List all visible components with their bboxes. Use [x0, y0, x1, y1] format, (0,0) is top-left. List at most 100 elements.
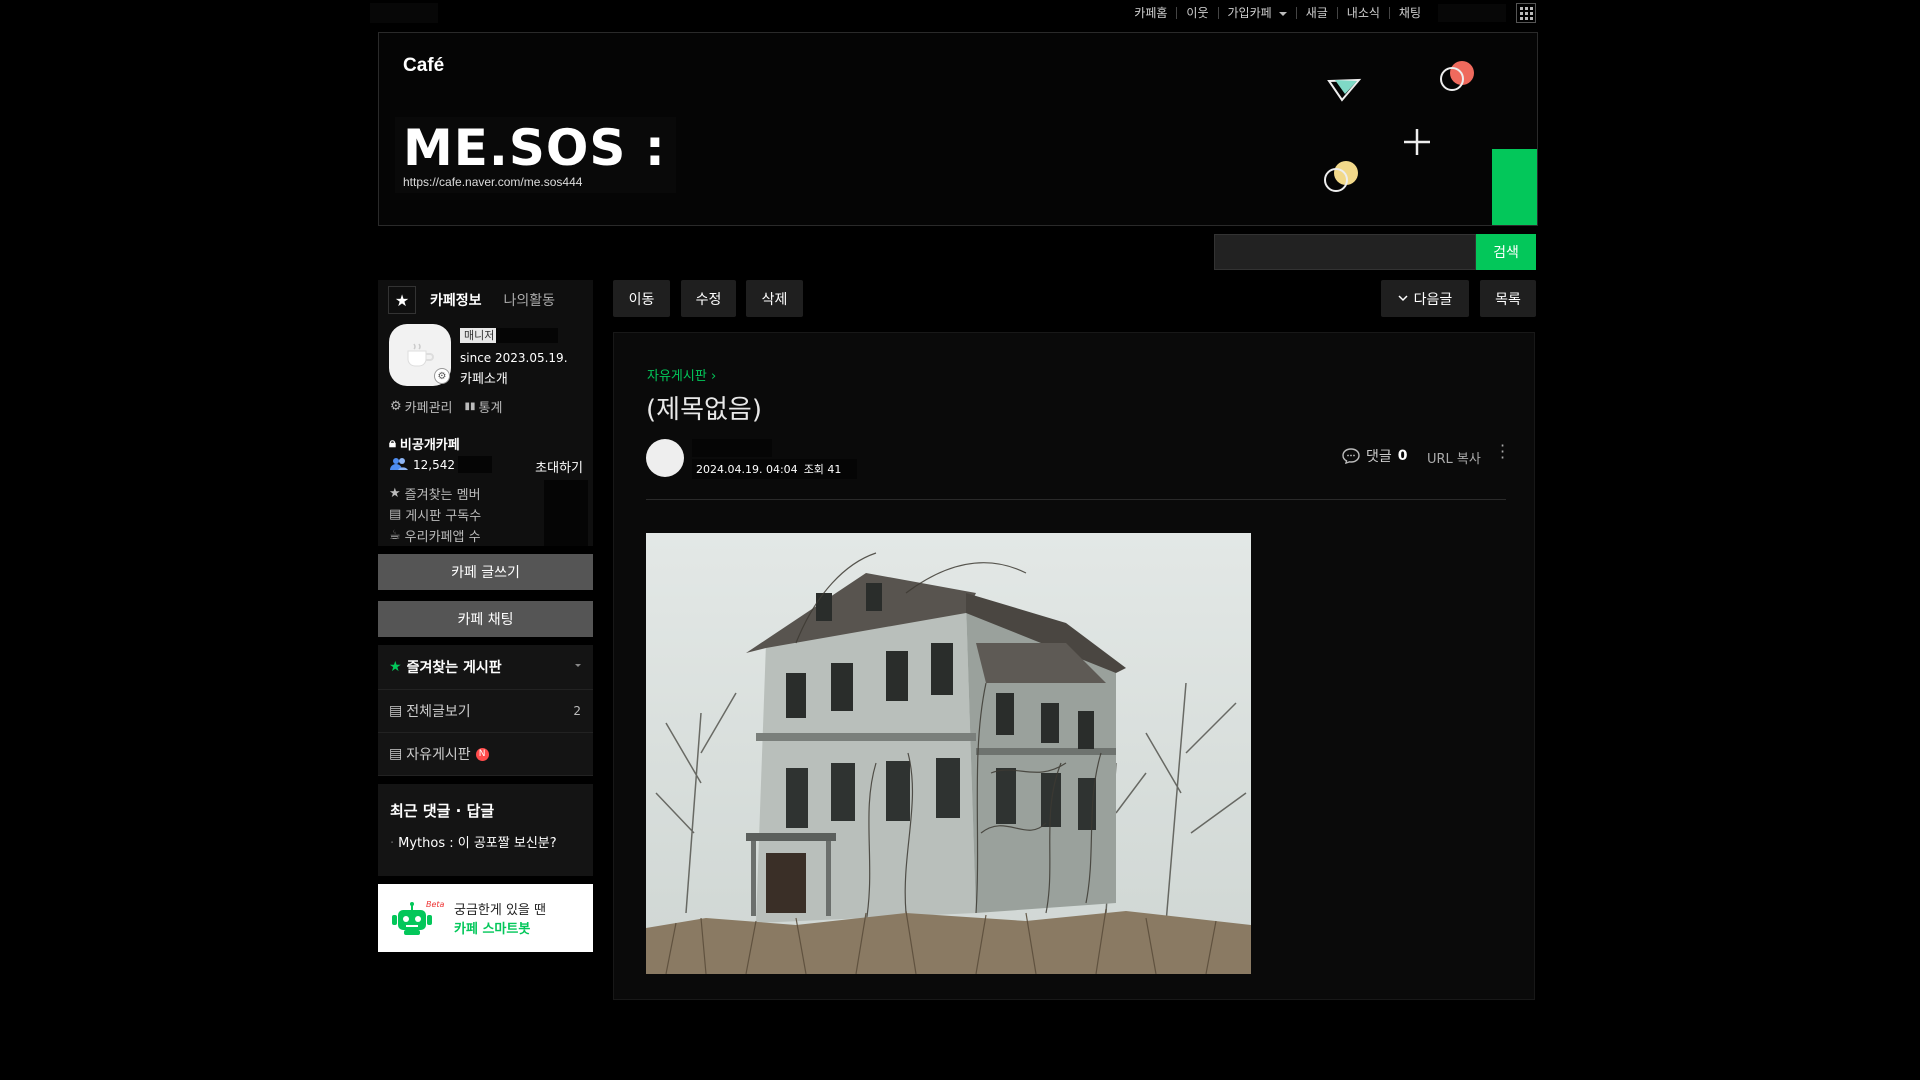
hidden-region: [458, 456, 492, 473]
member-count[interactable]: 12,542: [413, 458, 455, 472]
nav-chat[interactable]: 채팅: [1390, 7, 1430, 19]
private-cafe-row: 🔒︎ 비공개카페: [378, 432, 593, 454]
favorite-boards-title: 즐겨찾는 게시판: [406, 660, 502, 676]
sidebar-item-label: 전체글보기: [406, 704, 471, 720]
green-block: [1492, 149, 1537, 225]
post-meta: 2024.04.19. 04:04 조회 41: [692, 459, 858, 479]
smartbot-title: 카페 스마트봇: [454, 922, 531, 937]
sidebar-item-free-board[interactable]: ▤ 자유게시판 N: [378, 733, 593, 776]
new-badge: N: [475, 747, 489, 761]
sidebar-item-label: 자유게시판: [406, 747, 471, 763]
stat-label: 우리카페앱 수: [404, 530, 481, 545]
tab-cafe-info[interactable]: 카페정보: [430, 290, 482, 310]
write-post-button[interactable]: 카페 글쓰기: [378, 554, 593, 590]
smartbot-banner[interactable]: Beta 궁금한게 있을 땐 카페 스마트봇: [378, 884, 593, 952]
avatar[interactable]: [646, 439, 684, 477]
comment-count: 0: [1397, 448, 1408, 464]
cafe-logo[interactable]: Café: [403, 55, 444, 77]
cafe-chat-button[interactable]: 카페 채팅: [378, 601, 593, 637]
stats-link[interactable]: ▮▮ 통계: [465, 397, 503, 416]
post-views: 조회 41: [803, 463, 842, 476]
gear-icon: ⚙: [390, 398, 402, 414]
sidebar-item-all-posts[interactable]: ▤ 전체글보기 2: [378, 690, 593, 733]
speech-bubble-icon: [1342, 448, 1360, 464]
stats-label: 통계: [478, 400, 503, 416]
cafe-title-box: ME.SOS : https://cafe.naver.com/me.sos44…: [395, 117, 676, 193]
manager-label: 매니저: [460, 328, 499, 343]
hidden-region: [496, 328, 558, 343]
top-bar: 카페홈 이웃 가입카페 새글 내소식 채팅: [370, 0, 1536, 26]
search-input[interactable]: [1214, 234, 1476, 270]
next-post-button[interactable]: 다음글: [1381, 280, 1469, 317]
stat-board-subscribers: ▤ 게시판 구독수: [389, 505, 481, 524]
more-options-icon[interactable]: · · ·: [1500, 438, 1505, 466]
bullet-icon: ·: [390, 836, 395, 851]
document-icon: ▤: [389, 703, 403, 719]
board-link[interactable]: 자유게시판 ›: [647, 365, 716, 384]
stat-label: 즐겨찾는 멤버: [404, 488, 481, 503]
recent-comments-title: 최근 댓글 · 답글: [390, 802, 495, 820]
chevron-down-icon: [1398, 295, 1408, 302]
top-nav: 카페홈 이웃 가입카페 새글 내소식 채팅: [1125, 0, 1536, 26]
nav-joined-cafes[interactable]: 가입카페: [1219, 7, 1297, 19]
board-link-label: 자유게시판: [647, 369, 707, 384]
hidden-region: [370, 3, 438, 23]
delete-button[interactable]: 삭제: [746, 280, 803, 317]
star-icon: ★: [389, 659, 402, 675]
document-icon: ▤: [389, 507, 402, 522]
private-cafe-label: 비공개카페: [399, 437, 460, 453]
recent-comment-item[interactable]: · Mythos : 이 공포짤 보신분?: [390, 832, 557, 851]
post-date: 2024.04.19. 04:04: [696, 463, 798, 476]
lock-icon: 🔒︎: [389, 435, 396, 451]
hidden-region: [692, 439, 772, 457]
haunted-house-image: [646, 533, 1251, 974]
favorite-boards-header[interactable]: ★ 즐겨찾는 게시판: [378, 645, 593, 690]
divider: [646, 499, 1506, 500]
url-copy-button[interactable]: URL 복사: [1427, 448, 1481, 467]
sidebar-tabs: ★ 카페정보 나의활동: [378, 280, 593, 320]
star-icon[interactable]: ★: [388, 286, 416, 314]
since-date: since 2023.05.19.: [460, 351, 568, 365]
board-menu: ★ 즐겨찾는 게시판 ▤ 전체글보기 2 ▤ 자유게시판 N: [378, 645, 593, 776]
cup-icon: ☕︎: [389, 528, 401, 543]
members-row: 12,542 초대하기: [378, 454, 593, 476]
sidebar: ★ 카페정보 나의활동 ⚙ 매니저 since 2023.05.19. 카페소개…: [378, 280, 593, 952]
post-title: (제목없음): [646, 395, 762, 425]
comment-link[interactable]: 댓글 0: [1342, 446, 1408, 466]
tab-my-activity[interactable]: 나의활동: [504, 290, 556, 310]
app-grid-icon[interactable]: [1516, 3, 1536, 23]
comment-label: 댓글: [1366, 449, 1392, 465]
members-icon: [390, 458, 408, 470]
nav-neighbors[interactable]: 이웃: [1177, 7, 1219, 19]
hidden-region: [1438, 4, 1506, 22]
invite-link[interactable]: 초대하기: [535, 457, 583, 476]
stat-app-count: ☕︎ 우리카페앱 수: [389, 526, 481, 545]
gear-icon[interactable]: ⚙: [434, 368, 450, 384]
smartbot-text: 궁금한게 있을 땐: [454, 903, 546, 918]
plus-shape: [1404, 129, 1430, 155]
post-image[interactable]: [646, 533, 1251, 974]
recent-comments: 최근 댓글 · 답글 · Mythos : 이 공포짤 보신분?: [378, 784, 593, 876]
cafe-admin-label: 카페관리: [404, 400, 453, 416]
coffee-cup-icon: [407, 343, 434, 367]
admin-row: ⚙ 카페관리 ▮▮ 통계: [378, 388, 593, 424]
nav-joined-cafes-label: 가입카페: [1227, 6, 1272, 20]
chevron-down-icon: [1278, 11, 1287, 16]
nav-new-posts[interactable]: 새글: [1297, 7, 1338, 19]
next-post-label: 다음글: [1413, 291, 1453, 308]
move-button[interactable]: 이동: [613, 280, 670, 317]
chevron-right-icon: ›: [710, 369, 717, 384]
cafe-intro-link[interactable]: 카페소개: [460, 368, 508, 387]
bar-chart-icon: ▮▮: [464, 400, 476, 412]
nav-cafe-home[interactable]: 카페홈: [1125, 7, 1178, 19]
recent-comment-text: Mythos : 이 공포짤 보신분?: [398, 836, 557, 851]
hidden-region: [544, 480, 588, 546]
list-button[interactable]: 목록: [1480, 280, 1536, 317]
cafe-info-panel: ★ 카페정보 나의활동 ⚙ 매니저 since 2023.05.19. 카페소개…: [378, 280, 593, 546]
nav-my-news[interactable]: 내소식: [1338, 7, 1390, 19]
edit-button[interactable]: 수정: [681, 280, 736, 317]
cafe-title[interactable]: ME.SOS :: [403, 117, 666, 179]
search-button[interactable]: 검색: [1476, 234, 1536, 270]
document-icon: ▤: [389, 746, 403, 762]
cafe-admin-link[interactable]: ⚙ 카페관리: [390, 397, 453, 416]
